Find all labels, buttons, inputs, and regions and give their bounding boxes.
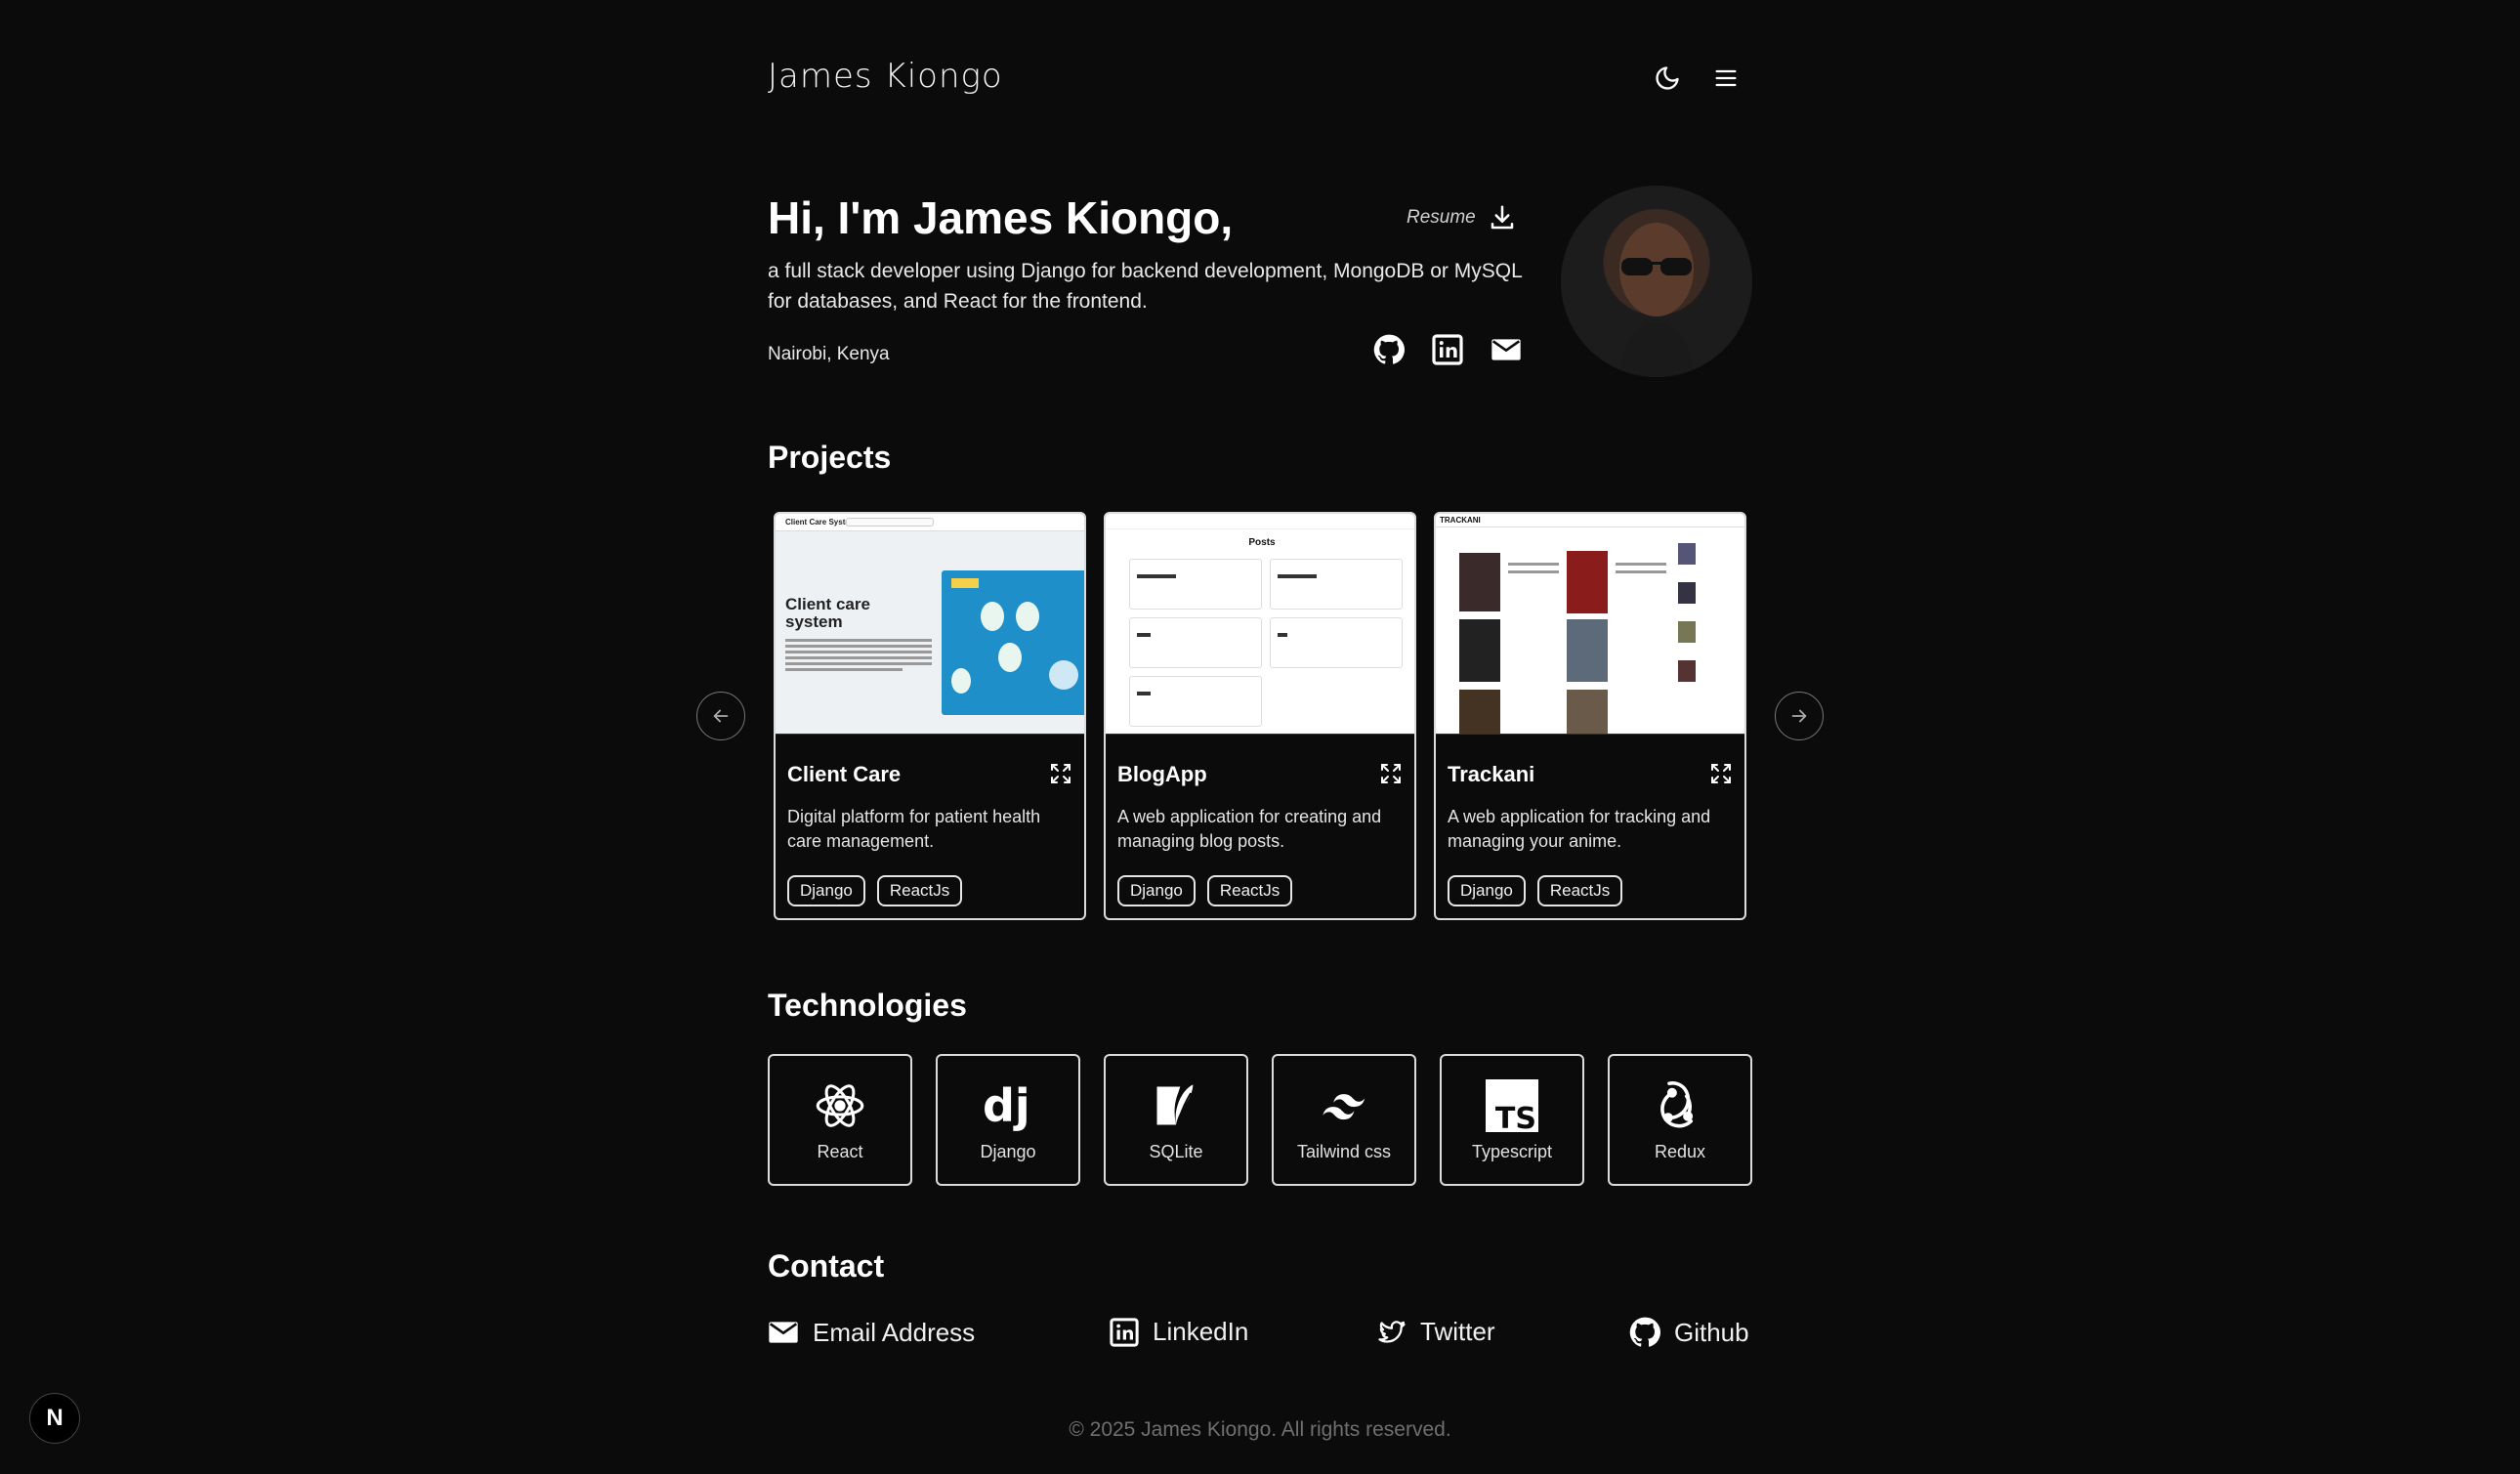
carousel-next-button[interactable] (1775, 692, 1824, 740)
tech-label: Typescript (1471, 1142, 1553, 1161)
project-tags: Django ReactJs (1117, 875, 1293, 906)
contact-github-link[interactable]: Github (1629, 1317, 1749, 1348)
github-icon (1629, 1317, 1660, 1347)
expand-icon (1381, 764, 1401, 783)
project-title: Trackani (1448, 762, 1535, 786)
hero-description: a full stack developer using Django for … (768, 260, 1522, 313)
carousel-prev-button[interactable] (696, 692, 745, 740)
arrow-left-icon (713, 709, 729, 723)
contact-label: Email Address (813, 1317, 976, 1347)
contact-label: LinkedIn (1153, 1317, 1249, 1346)
social-links (1373, 334, 1522, 365)
expand-button[interactable] (1709, 762, 1733, 785)
tag: Django (787, 875, 865, 906)
tag: ReactJs (876, 875, 963, 906)
project-thumbnail: Posts (1106, 514, 1414, 735)
github-link[interactable] (1373, 334, 1405, 365)
arrow-right-icon (1791, 709, 1807, 723)
typescript-icon: TS (1486, 1079, 1538, 1132)
contact-heading: Contact (768, 1248, 885, 1284)
contact-label: Github (1674, 1317, 1749, 1347)
svg-text:TS: TS (1495, 1102, 1536, 1132)
resume-label: Resume (1407, 207, 1476, 228)
download-icon (1491, 205, 1513, 230)
tailwind-icon (1323, 1094, 1365, 1120)
location-text: Nairobi, Kenya (768, 344, 890, 364)
tag: Django (1448, 875, 1526, 906)
mail-icon (1491, 339, 1521, 360)
tech-react[interactable]: React (768, 1054, 912, 1186)
project-tags: Django ReactJs (1448, 875, 1623, 906)
tech-label: React (817, 1142, 863, 1161)
contact-linkedin-link[interactable]: LinkedIn (1110, 1317, 1248, 1347)
project-card-client-care[interactable]: Client Care System Client care system Cl… (774, 512, 1086, 920)
expand-icon (1051, 764, 1071, 783)
github-icon (1373, 334, 1405, 364)
project-card-trackani[interactable]: TRACKANI Trackani A web application for … (1434, 512, 1746, 920)
tag: ReactJs (1536, 875, 1623, 906)
linkedin-icon (1432, 334, 1463, 365)
linkedin-icon (1110, 1317, 1139, 1347)
tech-label: Django (980, 1142, 1036, 1161)
tech-label: Redux (1654, 1142, 1706, 1161)
tech-sqlite[interactable]: SQLite (1104, 1054, 1248, 1186)
tech-tailwind[interactable]: Tailwind css (1272, 1054, 1416, 1186)
mail-icon (769, 1322, 798, 1343)
profile-avatar (1561, 186, 1752, 377)
react-icon (816, 1084, 864, 1127)
technologies-heading: Technologies (768, 988, 967, 1023)
tech-label: Tailwind css (1296, 1142, 1392, 1161)
sqlite-icon (1156, 1084, 1194, 1125)
project-card-blogapp[interactable]: Posts BlogApp A web application for crea… (1104, 512, 1416, 920)
project-description: Digital platform for patient health care… (787, 807, 1041, 851)
contact-label: Twitter (1420, 1317, 1495, 1346)
email-link[interactable] (1491, 334, 1522, 365)
expand-icon (1711, 764, 1731, 783)
thumb-heading: Client care system (785, 595, 870, 631)
svg-text:dj: dj (983, 1079, 1030, 1132)
linkedin-link[interactable] (1432, 334, 1463, 365)
expand-button[interactable] (1049, 762, 1072, 785)
project-description: A web application for creating and manag… (1117, 807, 1382, 851)
expand-button[interactable] (1379, 762, 1403, 785)
thumb-heading: Posts (1248, 537, 1276, 548)
projects-heading: Projects (768, 440, 892, 475)
project-title: Client Care (787, 762, 902, 786)
project-title: BlogApp (1117, 762, 1207, 786)
nextjs-dev-badge[interactable]: N (29, 1393, 80, 1444)
project-tags: Django ReactJs (787, 875, 963, 906)
tech-typescript[interactable]: TS Typescript (1440, 1054, 1584, 1186)
contact-twitter-link[interactable]: Twitter (1377, 1317, 1495, 1347)
menu-button[interactable] (1704, 57, 1747, 100)
tag: ReactJs (1206, 875, 1293, 906)
resume-download-link[interactable]: Resume (1407, 203, 1517, 232)
contact-email-link[interactable]: Email Address (768, 1317, 975, 1348)
moon-icon (1656, 66, 1679, 90)
tech-django[interactable]: dj Django (936, 1054, 1080, 1186)
twitter-icon (1378, 1320, 1406, 1343)
django-icon: dj (983, 1079, 1030, 1132)
tag: Django (1117, 875, 1196, 906)
tech-label: SQLite (1149, 1142, 1203, 1161)
project-description: A web application for tracking and manag… (1448, 807, 1711, 851)
theme-toggle-button[interactable] (1646, 57, 1689, 100)
project-thumbnail: Client Care System Client care system (776, 514, 1084, 735)
site-brand[interactable]: James Kiongo (768, 57, 1003, 96)
project-thumbnail: TRACKANI (1436, 514, 1744, 735)
tech-redux[interactable]: Redux (1608, 1054, 1752, 1186)
hero-title: Hi, I'm James Kiongo, (768, 192, 1234, 243)
hamburger-icon (1715, 69, 1737, 87)
footer-copyright: © 2025 James Kiongo. All rights reserved… (1069, 1418, 1451, 1441)
redux-icon (1660, 1081, 1694, 1128)
thumb-brand: TRACKANI (1440, 516, 1481, 525)
